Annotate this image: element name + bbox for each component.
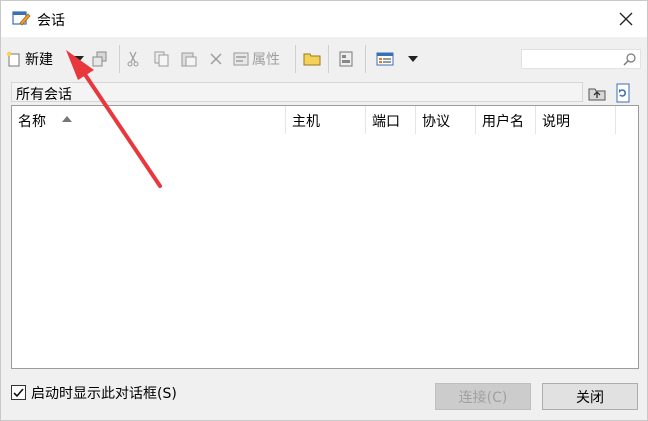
- paste-button[interactable]: [179, 47, 199, 71]
- paste-icon: [181, 52, 197, 67]
- column-header-port[interactable]: 端口: [366, 106, 416, 134]
- copy-button[interactable]: [152, 47, 172, 71]
- sessions-dialog: 会话 新建 属性 所有会话 名称 主机 端口 协议 用户名 说明 启动时显示此对…: [0, 0, 648, 421]
- folder-path-label: 所有会话: [16, 87, 72, 103]
- new-session-label: 新建: [25, 52, 53, 68]
- sort-ascending-icon: [62, 116, 72, 122]
- chevron-down-icon: [74, 56, 84, 62]
- folder-icon: [303, 53, 321, 66]
- new-session-button[interactable]: 新建: [6, 47, 53, 71]
- view-mode-dropdown[interactable]: [406, 47, 420, 71]
- toolbar-separator: [328, 45, 329, 73]
- list-view-icon: [376, 52, 394, 66]
- session-settings-icon: [339, 51, 353, 67]
- folder-up-icon[interactable]: [587, 83, 607, 103]
- toolbar-separator: [295, 45, 296, 73]
- column-label: 协议: [422, 114, 450, 130]
- new-session-icon: [7, 51, 20, 67]
- close-button[interactable]: 关闭: [542, 383, 638, 410]
- column-header-username[interactable]: 用户名: [476, 106, 536, 134]
- properties-icon: [233, 52, 249, 66]
- folder-path-bar: 所有会话: [11, 82, 583, 103]
- column-label: 用户名: [482, 114, 524, 130]
- column-label: 主机: [292, 114, 320, 130]
- search-icon: [623, 53, 636, 66]
- toolbar: 新建 属性: [1, 41, 647, 77]
- show-on-startup-checkbox[interactable]: [11, 385, 26, 400]
- column-label: 说明: [542, 114, 570, 130]
- list-header: 名称 主机 端口 协议 用户名 说明: [12, 106, 638, 134]
- scissors-icon: [127, 51, 139, 67]
- column-header-host[interactable]: 主机: [286, 106, 366, 134]
- connect-button[interactable]: 连接(C): [435, 383, 531, 410]
- save-sessions-button[interactable]: [90, 47, 110, 71]
- properties-label: 属性: [252, 52, 280, 68]
- checkmark-icon: [13, 387, 24, 397]
- column-header-protocol[interactable]: 协议: [416, 106, 476, 134]
- copy-session-icon: [92, 51, 107, 67]
- column-header-name[interactable]: 名称: [12, 106, 286, 134]
- close-icon: [619, 12, 633, 26]
- chevron-down-icon: [408, 56, 418, 62]
- column-label: 名称: [18, 114, 46, 130]
- properties-button[interactable]: 属性: [233, 47, 280, 71]
- refresh-icon[interactable]: [613, 83, 633, 103]
- window-title: 会话: [37, 13, 65, 29]
- session-properties-button[interactable]: [336, 47, 356, 71]
- toolbar-separator: [119, 45, 120, 73]
- search-input[interactable]: [521, 49, 641, 69]
- show-on-startup-label[interactable]: 启动时显示此对话框(S): [31, 383, 177, 403]
- new-session-dropdown[interactable]: [72, 47, 86, 71]
- dialog-footer: 启动时显示此对话框(S) 连接(C) 关闭: [1, 377, 647, 421]
- column-label: 端口: [372, 114, 400, 130]
- app-sessions-icon: [12, 11, 31, 26]
- new-folder-button[interactable]: [302, 47, 322, 71]
- cut-button[interactable]: [123, 47, 143, 71]
- title-bar: 会话: [1, 1, 647, 37]
- copy-icon: [154, 51, 169, 67]
- column-header-description[interactable]: 说明: [536, 106, 616, 134]
- delete-button[interactable]: [206, 47, 226, 71]
- session-list[interactable]: 名称 主机 端口 协议 用户名 说明: [11, 105, 639, 369]
- delete-x-icon: [210, 53, 222, 65]
- toolbar-separator: [365, 45, 366, 73]
- view-mode-button[interactable]: [375, 47, 395, 71]
- close-window-button[interactable]: [611, 5, 641, 33]
